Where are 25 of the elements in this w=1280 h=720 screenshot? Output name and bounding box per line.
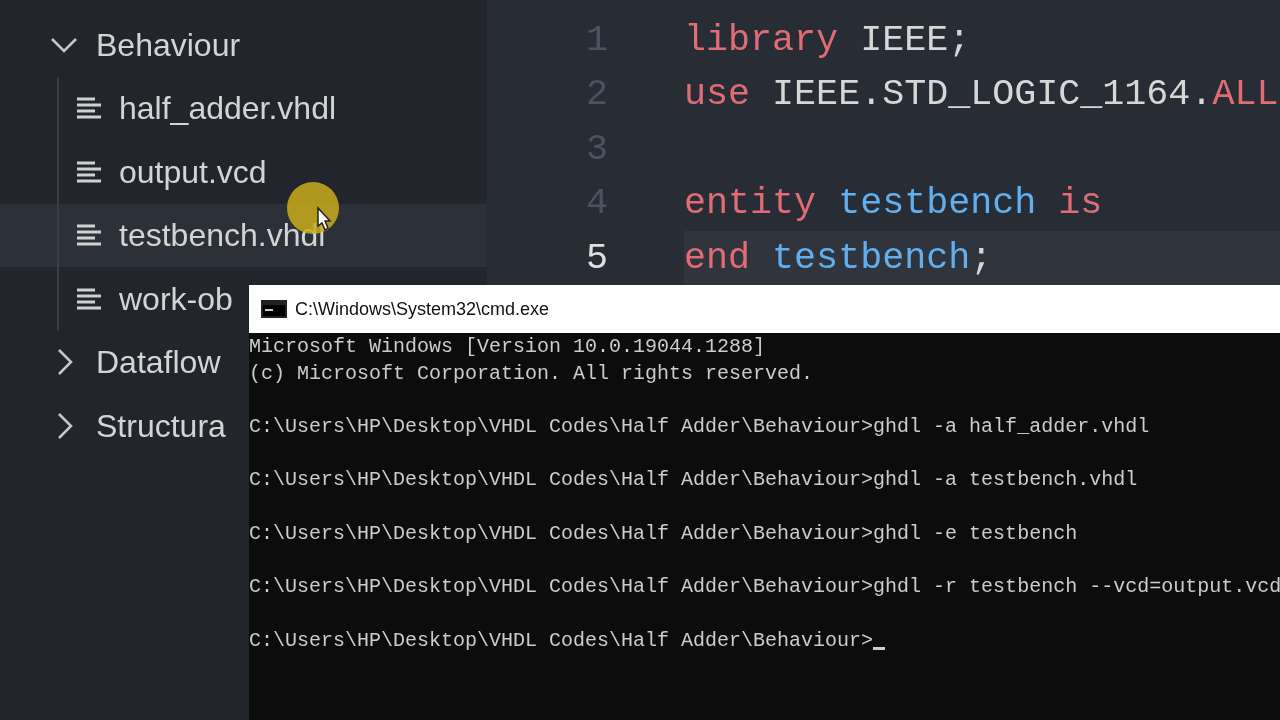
folder-item[interactable]: Behaviour: [0, 13, 243, 77]
code-line: entity testbench is: [684, 181, 1103, 227]
terminal-line: (c) Microsoft Corporation. All rights reserved.: [249, 360, 814, 387]
terminal-line: C:\Users\HP\Desktop\VHDL Codes\Half Adder\Behaviour>ghdl -a half_adder.vhdl: [249, 414, 1150, 441]
folder-item[interactable]: Structura: [0, 394, 228, 458]
terminal-line: C:\Users\HP\Desktop\VHDL Codes\Half Adder\Behaviour>ghdl -a testbench.vhdl: [249, 467, 1138, 494]
line-number: 5: [585, 235, 610, 281]
file-lines-icon: [77, 287, 101, 310]
folder-item[interactable]: Dataflow: [0, 330, 223, 394]
terminal-line: C:\Users\HP\Desktop\VHDL Codes\Half Adder\Behaviour>ghdl -r testbench --vcd=output.vcd: [249, 574, 1280, 601]
file-lines-icon: [77, 224, 101, 247]
terminal-line: C:\Users\HP\Desktop\VHDL Codes\Half Adder\Behaviour>: [249, 627, 874, 654]
terminal-line: C:\Users\HP\Desktop\VHDL Codes\Half Adder\Behaviour>ghdl -e testbench: [249, 520, 1078, 547]
file-item[interactable]: half_adder.vhdl: [0, 76, 339, 140]
code-line: end testbench;: [684, 235, 993, 281]
terminal-line: Microsoft Windows [Version 10.0.19044.1288]: [249, 334, 766, 360]
code-line: library IEEE;: [684, 17, 971, 63]
window-title: C:\Windows\System32\cmd.exe: [295, 297, 550, 321]
terminal-icon: [261, 300, 287, 318]
file-lines-icon: [77, 160, 101, 183]
file-lines-icon: [77, 97, 101, 120]
file-item[interactable]: testbench.vhdl: [0, 203, 487, 267]
file-item[interactable]: output.vcd: [0, 140, 269, 204]
code-line: use IEEE.STD_LOGIC_1164.ALL: [684, 72, 1279, 118]
file-item[interactable]: work-ob: [0, 267, 235, 331]
